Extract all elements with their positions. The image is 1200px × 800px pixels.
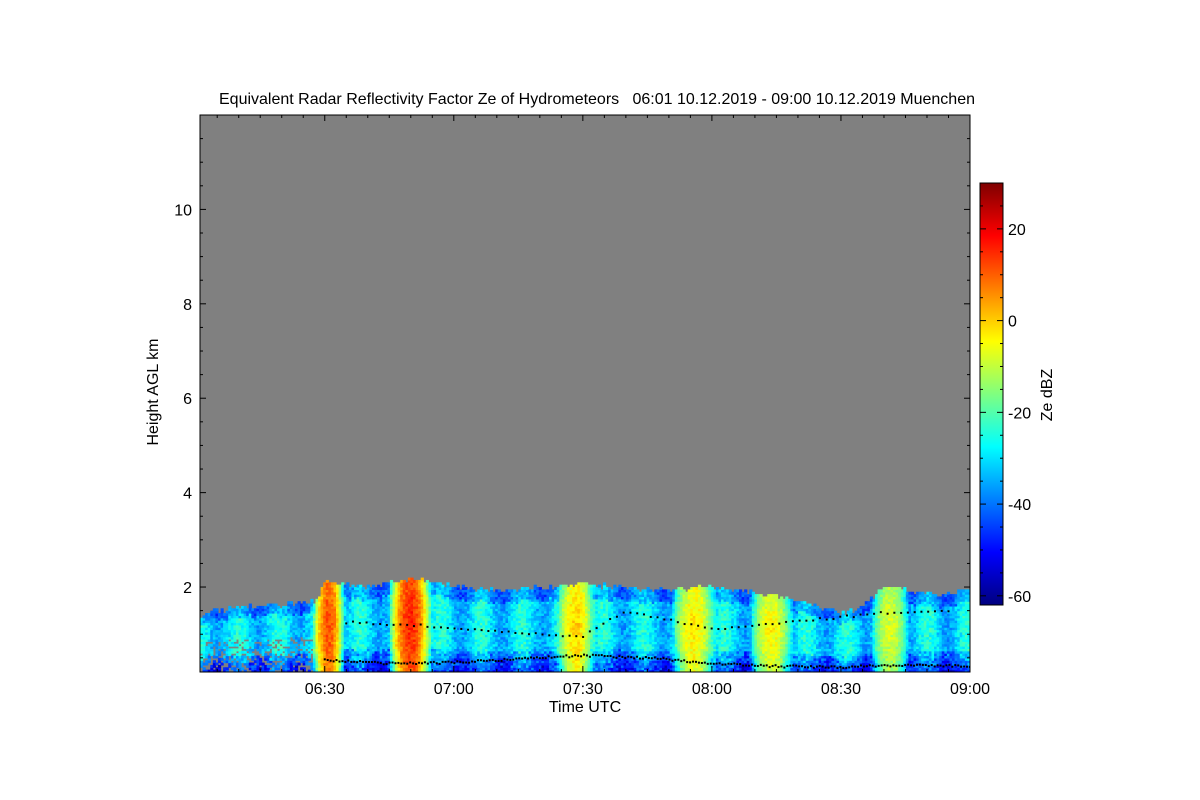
- reflectivity-cell: [420, 577, 424, 581]
- reflectivity-cell: [549, 584, 553, 588]
- reflectivity-cell: [446, 582, 450, 586]
- reflectivity-cell: [248, 603, 252, 607]
- reflectivity-cell: [456, 584, 460, 588]
- reflectivity-cell: [310, 598, 314, 602]
- reflectivity-cell: [259, 657, 263, 661]
- reflectivity-cell: [289, 601, 293, 605]
- reflectivity-cell: [215, 608, 219, 612]
- plot-area: [199, 114, 971, 673]
- radar-reflectivity-figure: Equivalent Radar Reflectivity Factor Ze …: [145, 91, 1056, 716]
- reflectivity-cell: [490, 587, 494, 590]
- reflectivity-cell: [220, 608, 224, 612]
- chart-title: Equivalent Radar Reflectivity Factor Ze …: [219, 91, 975, 108]
- reflectivity-cell: [300, 641, 304, 645]
- reflectivity-cell: [346, 582, 350, 586]
